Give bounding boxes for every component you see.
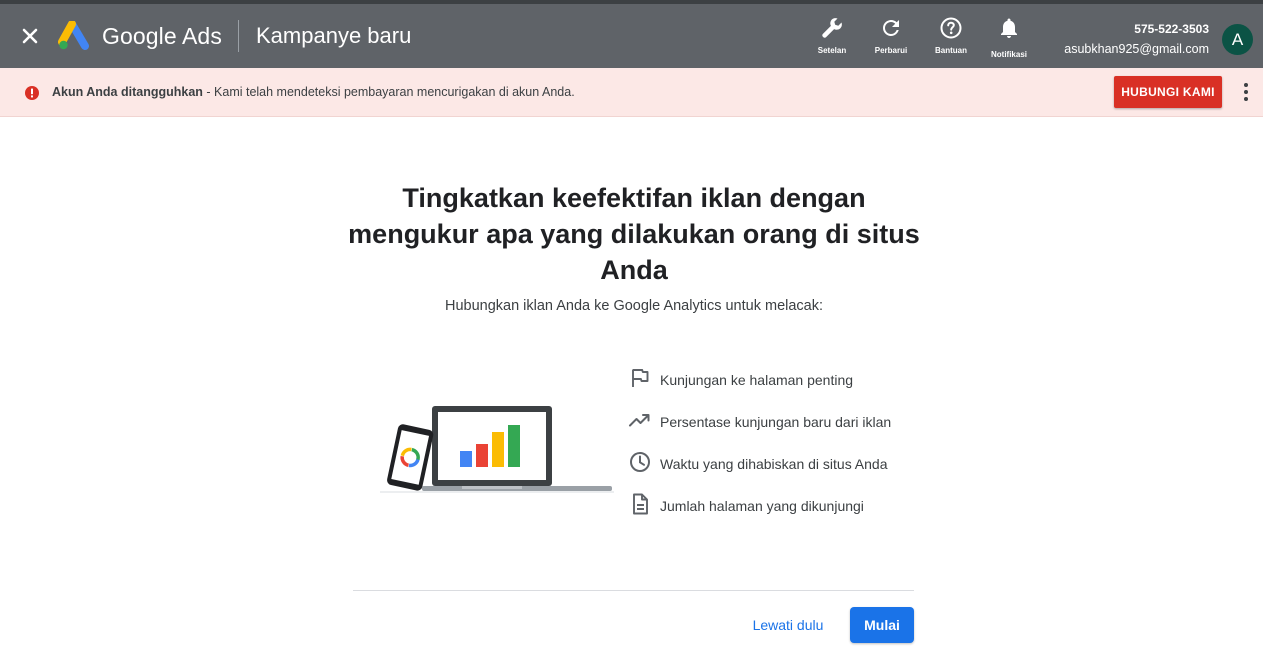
refresh-button[interactable]: Perbarui [861, 16, 921, 55]
account-phone: 575-522-3503 [1134, 22, 1209, 36]
help-icon [940, 17, 962, 39]
contact-us-button[interactable]: HUBUNGI KAMI [1114, 76, 1222, 108]
help-label: Bantuan [935, 46, 967, 55]
refresh-icon [883, 20, 899, 36]
banner-text: - Kami telah mendeteksi pembayaran mencu… [202, 85, 575, 99]
flag-icon [632, 369, 649, 387]
skip-button[interactable]: Lewati dulu [742, 607, 834, 643]
account-email: asubkhan925@gmail.com [1064, 42, 1209, 56]
app-header: Google Ads Kampanye baru Setelan Perbaru… [0, 4, 1263, 68]
analytics-illustration [378, 400, 616, 500]
wrench-icon [822, 18, 842, 38]
page-headline: Tingkatkan keefektifan iklan dengan meng… [348, 183, 920, 285]
banner-message: Akun Anda ditangguhkan - Kami telah mend… [52, 85, 575, 99]
document-icon [633, 493, 648, 515]
page-subheadline: Hubungkan iklan Anda ke Google Analytics… [444, 298, 824, 314]
account-info[interactable]: 575-522-3503 asubkhan925@gmail.com [1064, 22, 1209, 56]
product-name: Google Ads [102, 23, 222, 49]
help-button[interactable]: Bantuan [921, 16, 981, 55]
clock-icon [630, 452, 650, 472]
page-title: Kampanye baru [256, 23, 412, 48]
google-ads-logo-icon [58, 20, 90, 51]
error-icon [25, 86, 39, 100]
settings-label: Setelan [817, 46, 847, 55]
feature-text: Jumlah halaman yang dikunjungi [660, 498, 864, 514]
feature-text: Kunjungan ke halaman penting [660, 372, 854, 388]
trending-up-icon [629, 414, 650, 427]
start-button[interactable]: Mulai [850, 607, 914, 643]
suspension-banner: Akun Anda ditangguhkan - Kami telah mend… [0, 68, 1263, 117]
notifications-button[interactable]: Notifikasi [979, 16, 1039, 59]
footer-divider [353, 590, 914, 591]
header-divider [238, 20, 239, 52]
feature-text: Persentase kunjungan baru dari iklan [660, 414, 892, 430]
avatar[interactable]: A [1222, 24, 1253, 55]
banner-title: Akun Anda ditangguhkan [52, 85, 203, 99]
feature-text: Waktu yang dihabiskan di situs Anda [660, 456, 888, 472]
notifications-label: Notifikasi [990, 50, 1027, 59]
refresh-label: Perbarui [874, 46, 908, 55]
more-vert-icon[interactable] [1236, 80, 1256, 104]
bell-icon [1001, 18, 1017, 38]
settings-button[interactable]: Setelan [802, 16, 862, 55]
close-icon[interactable] [16, 22, 44, 50]
